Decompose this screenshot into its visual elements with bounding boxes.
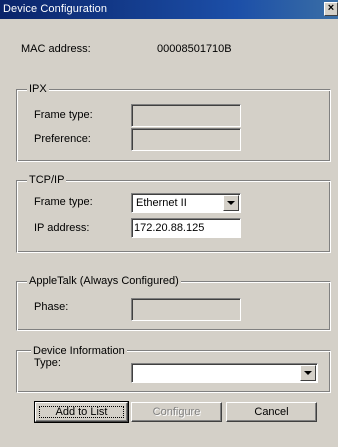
device-type-dropdown-button[interactable] [300,365,316,381]
ipx-preference-field[interactable] [131,128,241,151]
tcpip-ip-address-input[interactable]: 172.20.88.125 [131,218,241,238]
device-type-label: Type: [34,357,61,369]
mac-address-value: 00008501710B [157,43,232,55]
configure-label: Configure [152,406,201,418]
device-configuration-dialog: Device Configuration × MAC address: 0000… [0,0,338,447]
chevron-down-icon [227,201,235,205]
tcpip-frame-type-dropdown-button[interactable] [223,195,239,211]
tcpip-frame-type-value: Ethernet II [136,197,187,209]
ipx-preference-label: Preference: [34,133,91,145]
title-bar[interactable]: Device Configuration × [0,0,338,19]
appletalk-group-legend: AppleTalk (Always Configured) [27,275,181,287]
ipx-frame-type-label: Frame type: [34,109,93,121]
tcpip-frame-type-select[interactable]: Ethernet II [131,193,241,213]
ipx-group-legend: IPX [27,83,49,95]
chevron-down-icon [304,371,312,375]
tcpip-frame-type-label: Frame type: [34,196,93,208]
configure-button[interactable]: Configure [131,402,222,422]
mac-address-label: MAC address: [21,43,91,55]
device-type-select[interactable] [131,363,318,383]
cancel-label: Cancel [254,406,289,418]
window-title: Device Configuration [3,3,108,15]
appletalk-phase-label: Phase: [34,301,69,313]
tcpip-group-legend: TCP/IP [27,174,67,186]
device-information-legend: Device Information [31,345,127,357]
tcpip-ip-address-label: IP address: [34,222,90,234]
appletalk-phase-field[interactable] [131,298,241,321]
cancel-button[interactable]: Cancel [226,402,317,422]
tcpip-ip-address-value: 172.20.88.125 [134,222,205,234]
tcpip-group [16,180,331,253]
close-button[interactable]: × [324,2,338,16]
add-to-list-button[interactable]: Add to List [34,401,129,423]
close-icon: × [327,2,335,14]
ipx-frame-type-field[interactable] [131,104,241,127]
